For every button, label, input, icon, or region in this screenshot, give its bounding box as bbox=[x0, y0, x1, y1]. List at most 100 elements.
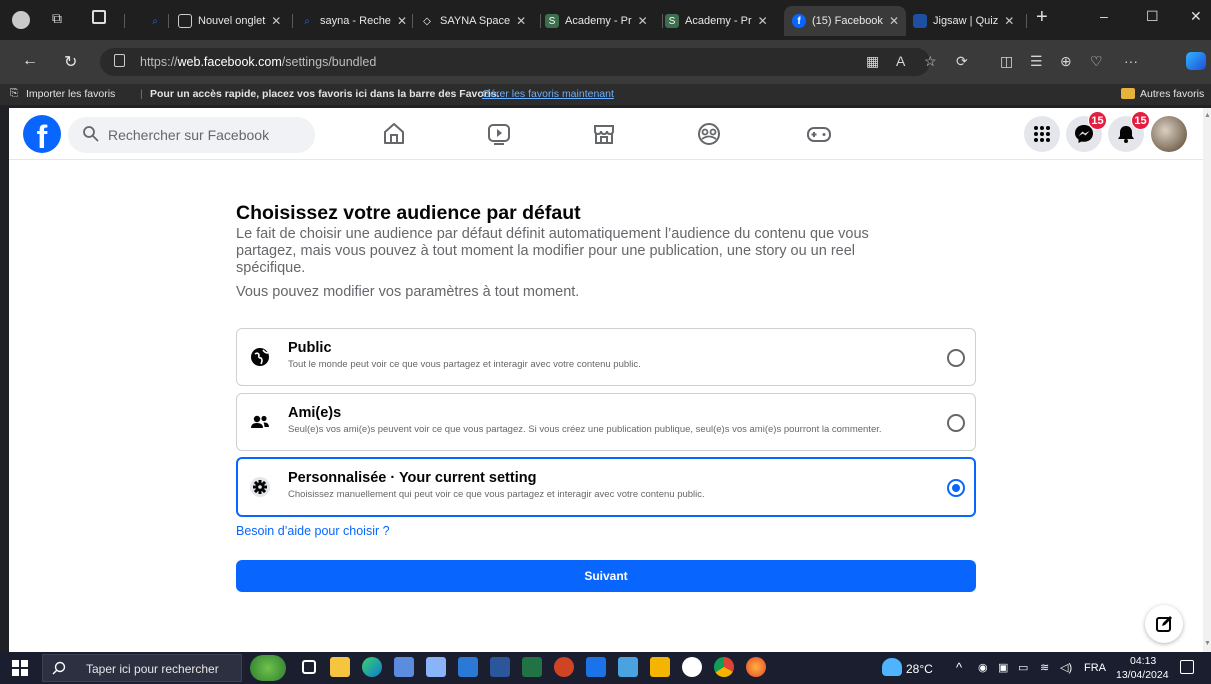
manage-favorites-link[interactable]: Gérer les favoris maintenant bbox=[482, 88, 614, 100]
collections-icon[interactable]: ⊕ bbox=[1060, 53, 1072, 70]
help-choosing-link[interactable]: Besoin d’aide pour choisir ? bbox=[236, 524, 390, 538]
read-aloud-icon[interactable]: A bbox=[896, 53, 905, 69]
scroll-up-arrow-icon[interactable]: ▲ bbox=[1204, 112, 1211, 119]
maximize-icon[interactable]: ☐ bbox=[1146, 8, 1159, 25]
weather-icon[interactable] bbox=[882, 658, 902, 676]
chrome-icon[interactable] bbox=[714, 657, 734, 677]
tab-label: Jigsaw | Quiz bbox=[933, 15, 999, 27]
workspaces-icon[interactable]: ⧉ bbox=[52, 10, 62, 27]
page-icon bbox=[178, 14, 192, 28]
gaming-icon[interactable] bbox=[805, 120, 833, 148]
facebook-header: f Rechercher sur Facebook 15 15 bbox=[9, 108, 1203, 160]
option-public-radio[interactable] bbox=[947, 349, 965, 367]
tab-label: Academy - Pr bbox=[565, 15, 632, 27]
chrome-canary-icon[interactable] bbox=[650, 657, 670, 677]
new-tab-plus-icon[interactable]: + bbox=[1036, 6, 1048, 29]
tray-time[interactable]: 04:13 bbox=[1130, 655, 1156, 667]
tab-new-tab[interactable]: Nouvel onglet ✕ bbox=[178, 6, 288, 36]
task-view-icon[interactable] bbox=[302, 660, 316, 674]
marketplace-icon[interactable] bbox=[590, 120, 618, 148]
weather-widget-icon[interactable] bbox=[250, 655, 286, 681]
store-icon[interactable] bbox=[618, 657, 638, 677]
tab-jigsaw[interactable]: Jigsaw | Quiz ✕ bbox=[913, 6, 1021, 36]
import-favorites-icon[interactable]: ⎘ bbox=[10, 87, 18, 100]
minimize-icon[interactable]: – bbox=[1100, 8, 1108, 24]
facebook-search-box[interactable]: Rechercher sur Facebook bbox=[68, 117, 315, 153]
url-path: /settings/bundled bbox=[281, 55, 377, 69]
facebook-logo[interactable]: f bbox=[23, 115, 61, 155]
file-explorer-icon[interactable] bbox=[330, 657, 350, 677]
tab-facebook-active[interactable]: f (15) Facebook ✕ bbox=[784, 6, 906, 36]
favorite-star-icon[interactable]: ☆ bbox=[924, 53, 937, 70]
tab-close-icon[interactable]: ✕ bbox=[638, 14, 648, 28]
tab-close-icon[interactable]: ✕ bbox=[889, 14, 899, 28]
url-text[interactable]: https://web.facebook.com/settings/bundle… bbox=[140, 55, 376, 69]
word-icon[interactable] bbox=[490, 657, 510, 677]
refresh-icon[interactable]: ↻ bbox=[64, 52, 77, 72]
tray-language[interactable]: FRA bbox=[1084, 662, 1106, 674]
other-favorites-link[interactable]: Autres favoris bbox=[1140, 88, 1204, 100]
close-window-icon[interactable]: ✕ bbox=[1190, 8, 1202, 25]
app-icon[interactable] bbox=[394, 657, 414, 677]
home-icon[interactable] bbox=[380, 120, 408, 148]
excel-icon[interactable] bbox=[522, 657, 542, 677]
scroll-down-arrow-icon[interactable]: ▼ bbox=[1204, 640, 1211, 647]
tray-date[interactable]: 13/04/2024 bbox=[1116, 669, 1169, 681]
tray-chevron-icon[interactable]: ^ bbox=[956, 660, 962, 675]
next-button[interactable]: Suivant bbox=[236, 560, 976, 592]
facebook-favicon-icon: f bbox=[792, 14, 806, 28]
tab-academy-1[interactable]: S Academy - Pr ✕ bbox=[545, 6, 660, 36]
paint-icon[interactable] bbox=[426, 657, 446, 677]
option-public[interactable]: Public Tout le monde peut voir ce que vo… bbox=[236, 328, 976, 386]
weather-temperature[interactable]: 28°C bbox=[906, 662, 933, 676]
lock-icon[interactable] bbox=[114, 54, 125, 67]
option-friends-radio[interactable] bbox=[947, 414, 965, 432]
sayna-favicon-icon: ◇ bbox=[423, 15, 431, 27]
notification-center-icon[interactable] bbox=[1180, 660, 1194, 674]
video-icon[interactable] bbox=[485, 120, 513, 148]
copilot-icon[interactable] bbox=[1186, 52, 1206, 70]
groups-icon[interactable] bbox=[695, 120, 723, 148]
mail-icon[interactable] bbox=[586, 657, 606, 677]
split-screen-icon[interactable]: ◫ bbox=[1000, 53, 1013, 70]
powerpoint-icon[interactable] bbox=[554, 657, 574, 677]
tab-close-icon[interactable]: ✕ bbox=[516, 14, 526, 28]
github-icon[interactable] bbox=[682, 657, 702, 677]
tray-meet-icon[interactable]: ◉ bbox=[978, 661, 988, 674]
tab-close-icon[interactable]: ✕ bbox=[758, 14, 768, 28]
calendar-icon[interactable] bbox=[458, 657, 478, 677]
option-custom-radio[interactable] bbox=[947, 479, 965, 497]
tab-search[interactable]: ⌕ bbox=[148, 6, 168, 36]
tab-sayna-space[interactable]: ◇ SAYNA Space ✕ bbox=[420, 6, 538, 36]
edge-icon[interactable] bbox=[362, 657, 382, 677]
tray-volume-icon[interactable]: ◁) bbox=[1060, 661, 1072, 674]
page-scrollbar[interactable]: ▲ ▼ bbox=[1203, 108, 1211, 652]
menu-grid-button[interactable] bbox=[1024, 116, 1060, 152]
favorites-list-icon[interactable]: ☰ bbox=[1030, 53, 1043, 70]
tab-close-icon[interactable]: ✕ bbox=[271, 14, 281, 28]
tab-academy-2[interactable]: S Academy - Pr ✕ bbox=[665, 6, 780, 36]
profile-avatar-icon[interactable] bbox=[12, 11, 30, 29]
browser-essentials-icon[interactable]: ♡ bbox=[1090, 53, 1103, 70]
option-friends[interactable]: Ami(e)s Seul(e)s vos ami(e)s peuvent voi… bbox=[236, 393, 976, 451]
windows-start-icon[interactable] bbox=[12, 660, 28, 676]
tab-label: (15) Facebook bbox=[812, 15, 883, 27]
avatar[interactable] bbox=[1151, 116, 1187, 152]
extensions-icon[interactable]: ⟳ bbox=[956, 53, 968, 70]
import-favorites-link[interactable]: Importer les favoris bbox=[26, 88, 115, 100]
reader-view-icon[interactable]: ▦ bbox=[866, 53, 879, 70]
more-menu-icon[interactable]: ··· bbox=[1124, 53, 1138, 69]
tab-close-icon[interactable]: ✕ bbox=[1004, 14, 1014, 28]
new-message-button[interactable] bbox=[1145, 605, 1183, 643]
tab-close-icon[interactable]: ✕ bbox=[397, 14, 407, 28]
tray-screenshot-icon[interactable]: ▣ bbox=[998, 661, 1008, 674]
gear-icon bbox=[250, 477, 270, 497]
tray-battery-icon[interactable]: ▭ bbox=[1018, 661, 1028, 674]
firefox-icon[interactable] bbox=[746, 657, 766, 677]
option-custom[interactable]: Personnalisée · Your current setting Cho… bbox=[236, 457, 976, 517]
option-custom-title: Personnalisée · Your current setting bbox=[288, 470, 537, 486]
tab-actions-icon[interactable] bbox=[92, 10, 106, 24]
back-arrow-icon[interactable]: ← bbox=[22, 52, 38, 70]
tab-sayna-search[interactable]: ⌕ sayna - Reche ✕ bbox=[300, 6, 408, 36]
tray-wifi-icon[interactable]: ≋ bbox=[1040, 661, 1049, 674]
